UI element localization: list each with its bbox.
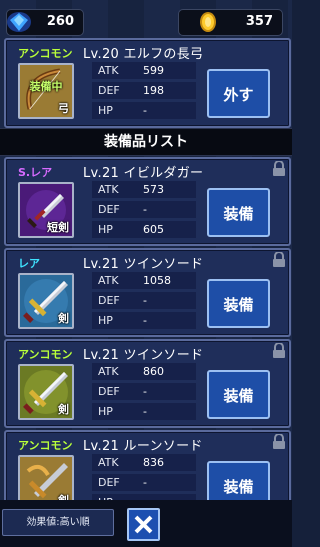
equip-button[interactable]: 装備	[207, 370, 270, 419]
close-x-icon	[134, 515, 153, 534]
gold-coin-icon	[200, 12, 216, 32]
gem-count: 260	[46, 14, 74, 29]
lock-icon[interactable]	[272, 434, 286, 449]
item-thumbnail: 装備中 弓	[18, 63, 74, 119]
rarity-label: レア	[18, 257, 40, 270]
lock-icon[interactable]	[272, 161, 286, 176]
bottom-bar: 効果値:高い順	[0, 500, 292, 547]
item-title: Lv.21 イビルダガー	[83, 166, 204, 181]
rarity-label: S.レア	[18, 166, 53, 179]
gold-count: 357	[245, 14, 273, 29]
item-type: 弓	[58, 102, 69, 115]
gold-counter: 357	[178, 9, 283, 36]
rarity-label: アンコモン	[18, 47, 73, 60]
rarity-label: アンコモン	[18, 439, 73, 452]
section-title: 装備品リスト	[0, 128, 292, 156]
equip-button[interactable]: 装備	[207, 279, 270, 328]
stat-row: ATK 836	[92, 454, 196, 471]
lock-icon[interactable]	[272, 343, 286, 358]
equipped-item-panel: アンコモン Lv.20 エルフの長弓 装備中 弓 ATK 599 DEF 198 H…	[4, 38, 291, 128]
item-type: 短剣	[47, 221, 69, 234]
stat-row: DEF -	[92, 383, 196, 400]
stats-list: ATK 573 DEF - HP 605	[92, 181, 196, 241]
item-type: 剣	[58, 403, 69, 416]
stats-list: ATK 599 DEF 198 HP -	[92, 62, 196, 122]
list-item: S.レア Lv.21 イビルダガー 短剣 ATK 573 DEF - HP 605 装…	[4, 157, 291, 246]
close-button[interactable]	[127, 508, 160, 541]
item-thumbnail: 剣	[18, 364, 74, 420]
stat-row: DEF 198	[92, 82, 196, 99]
stat-row: DEF -	[92, 474, 196, 491]
sort-button[interactable]: 効果値:高い順	[2, 509, 114, 536]
stats-list: ATK 860 DEF - HP -	[92, 363, 196, 423]
blue-gem-icon	[7, 12, 31, 32]
item-title: Lv.20 エルフの長弓	[83, 47, 204, 62]
lock-icon[interactable]	[272, 252, 286, 267]
stat-row: HP-	[92, 312, 196, 329]
stats-list: ATK 1058 DEF - HP -	[92, 272, 196, 332]
list-item: レア Lv.21 ツインソード 剣 ATK 1058 DEF - HP - 装備	[4, 248, 291, 337]
list-item: アンコモン Lv.21 ツインソード 剣 ATK 860 DEF - HP - 装備	[4, 339, 291, 428]
stat-row: ATK 860	[92, 363, 196, 380]
item-title: Lv.21 ツインソード	[83, 348, 204, 363]
item-type: 剣	[58, 312, 69, 325]
gem-counter: 260	[6, 9, 84, 36]
item-title: Lv.21 ツインソード	[83, 257, 204, 272]
stat-row: DEF -	[92, 201, 196, 218]
stat-row: ATK 1058	[92, 272, 196, 289]
item-title: Lv.21 ルーンソード	[83, 439, 203, 454]
rarity-label: アンコモン	[18, 348, 73, 361]
stat-row: HP-	[92, 102, 196, 119]
equipped-badge: 装備中	[29, 80, 63, 93]
unequip-button[interactable]: 外す	[207, 69, 270, 118]
equip-button[interactable]: 装備	[207, 188, 270, 237]
stat-row: ATK 599	[92, 62, 196, 79]
item-thumbnail: 短剣	[18, 182, 74, 238]
stat-row: DEF -	[92, 292, 196, 309]
stat-row: HP-	[92, 403, 196, 420]
item-thumbnail: 剣	[18, 273, 74, 329]
stat-row: ATK 573	[92, 181, 196, 198]
stat-row: HP 605	[92, 221, 196, 238]
